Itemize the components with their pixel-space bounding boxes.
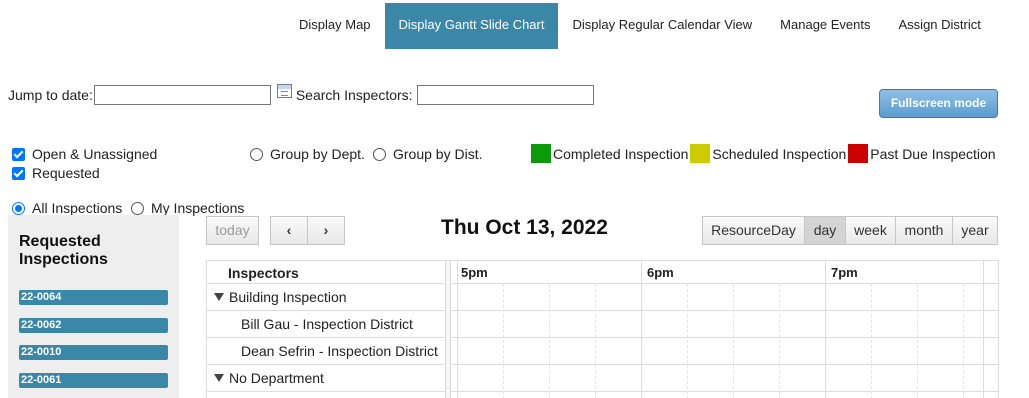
open-unassigned-checkbox[interactable] [12,147,25,161]
grid-header: Inspectors 5pm 6pm 7pm [207,261,998,284]
time-header-5pm: 5pm [461,265,488,280]
grid-line [641,261,642,398]
past-due-legend-label: Past Due Inspection [870,145,996,162]
nav-manage-events[interactable]: Manage Events [766,3,884,49]
group-row-label[interactable]: Building Inspection [214,289,347,305]
view-resourceday-button[interactable]: ResourceDay [702,216,805,245]
nav-assign-district[interactable]: Assign District [885,3,995,49]
column-splitter[interactable] [445,261,451,398]
group-name: No Department [229,370,324,386]
inspector-row-label: Dean Sefrin - Inspection District [241,343,438,359]
grid-line [779,284,780,398]
collapse-triangle-icon[interactable] [214,293,224,301]
requested-panel-title: Requested Inspections [19,233,108,268]
group-by-dept-radio[interactable] [250,147,263,161]
scheduled-legend-label: Scheduled Inspection [712,145,847,162]
grid-row: Dean Sefrin - Inspection District [207,338,998,365]
group-by-dist-option[interactable]: Group by Dist. [373,146,482,162]
grid-row: No Department [207,365,998,392]
grid-line [503,284,504,398]
group-row-label[interactable]: No Department [214,370,324,386]
my-inspections-radio[interactable] [131,201,144,215]
group-by-dist-label: Group by Dist. [393,146,483,162]
status-legend: Completed Inspection Scheduled Inspectio… [531,144,996,163]
requested-item[interactable]: 22-0010 [19,345,168,360]
group-by-dist-radio[interactable] [373,147,386,161]
grid-line [595,284,596,398]
collapse-triangle-icon[interactable] [214,374,224,382]
grid-line [687,284,688,398]
requested-item[interactable]: 22-0061 [19,373,168,388]
group-by-dept-option[interactable]: Group by Dept. [250,146,365,162]
nav-display-calendar[interactable]: Display Regular Calendar View [558,3,766,49]
jump-to-date-input[interactable] [93,85,271,105]
scheduled-swatch [690,144,711,163]
requested-label: Requested [32,165,100,181]
view-year-button[interactable]: year [952,216,998,245]
calendar-icon[interactable] [276,84,292,98]
all-inspections-option[interactable]: All Inspections [12,200,122,216]
view-day-button[interactable]: day [804,216,846,245]
next-button[interactable]: › [307,216,345,245]
grid-row: Building Inspection [207,284,998,311]
search-inspectors-input[interactable] [416,85,594,105]
open-unassigned-filter[interactable]: Open & Unassigned [12,146,157,162]
requested-item[interactable]: 22-0064 [19,290,168,305]
time-header-7pm: 7pm [831,265,858,280]
grid-line [825,261,826,398]
chevron-right-icon: › [323,222,329,238]
all-inspections-radio[interactable] [12,201,25,215]
prev-button[interactable]: ‹ [270,216,308,245]
time-header-6pm: 6pm [647,265,674,280]
my-inspections-label: My Inspections [151,200,245,216]
inspectors-column-header: Inspectors [228,265,299,281]
grid-row: Bill Gau - Inspection District [207,311,998,338]
my-inspections-option[interactable]: My Inspections [131,200,244,216]
group-name: Building Inspection [229,289,347,305]
completed-swatch [531,144,551,163]
requested-filter[interactable]: Requested [12,165,100,181]
past-due-swatch [848,144,869,163]
view-week-button[interactable]: week [845,216,896,245]
jump-search-row: Jump to date: Search Inspectors: [8,84,594,105]
requested-item[interactable]: 22-0062 [19,318,168,333]
top-nav: Display Map Display Gantt Slide Chart Di… [285,3,995,49]
grid-line [549,284,550,398]
chevron-left-icon: ‹ [286,222,292,238]
requested-checkbox[interactable] [12,166,25,180]
search-inspectors-label: Search Inspectors: [295,87,413,103]
view-month-button[interactable]: month [895,216,953,245]
current-date-title: Thu Oct 13, 2022 [441,216,608,239]
grid-line [457,261,458,398]
grid-line [963,284,964,398]
inspector-row-label: Bill Gau - Inspection District [241,316,413,332]
requested-inspections-panel: Requested Inspections 22-0064 22-0062 22… [8,215,179,398]
open-unassigned-label: Open & Unassigned [32,146,158,162]
all-inspections-label: All Inspections [32,200,123,216]
grid-line [733,284,734,398]
nav-display-gantt[interactable]: Display Gantt Slide Chart [384,3,559,49]
jump-to-date-label: Jump to date: [8,87,93,103]
today-button[interactable]: today [206,216,259,245]
fullscreen-button[interactable]: Fullscreen mode [879,89,998,118]
gantt-grid: Inspectors 5pm 6pm 7pm Building Inspecti… [206,260,999,398]
nav-display-map[interactable]: Display Map [285,3,385,49]
grid-line [917,284,918,398]
completed-legend-label: Completed Inspection [553,145,689,162]
group-by-dept-label: Group by Dept. [270,146,365,162]
grid-line [871,284,872,398]
grid-line [983,261,984,398]
